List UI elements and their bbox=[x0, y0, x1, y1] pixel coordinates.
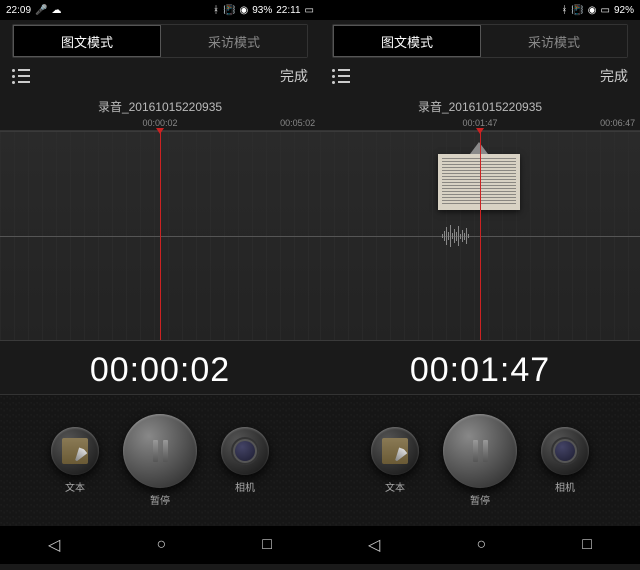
wifi-icon: ◉ bbox=[588, 5, 597, 16]
control-bar: 文本 暂停 相机 bbox=[0, 394, 320, 526]
ruler-mid-label: 00:00:02 bbox=[142, 118, 177, 128]
mic-icon: 🎤 bbox=[35, 5, 47, 16]
ruler-end-label: 00:06:47 bbox=[600, 118, 635, 128]
status-clock: 22:11 bbox=[276, 5, 300, 16]
vibrate-icon: 📳 bbox=[223, 5, 235, 16]
list-icon[interactable] bbox=[332, 69, 350, 84]
done-button[interactable]: 完成 bbox=[280, 66, 308, 86]
pause-button[interactable]: 暂停 bbox=[123, 414, 197, 507]
nav-back-icon[interactable]: ◁ bbox=[368, 535, 380, 555]
pause-icon bbox=[153, 440, 168, 462]
camera-icon bbox=[231, 437, 259, 465]
pencil-icon bbox=[62, 438, 88, 464]
battery-icon: ▭ bbox=[601, 5, 610, 16]
nav-recent-icon[interactable]: □ bbox=[262, 536, 272, 554]
status-bar: 22:09 🎤 ☁ ᚼ 📳 ◉ 93% 22:11 ▭ bbox=[0, 0, 320, 20]
playhead-indicator bbox=[480, 132, 481, 340]
android-navbar: ◁ ○ □ bbox=[320, 526, 640, 564]
vibrate-icon: 📳 bbox=[571, 5, 583, 16]
camera-icon bbox=[551, 437, 579, 465]
recording-title: 录音_20161015220935 bbox=[0, 94, 320, 117]
wifi-icon: ◉ bbox=[240, 5, 249, 16]
mode-tabs: 图文模式 采访模式 bbox=[332, 24, 628, 58]
recorder-pane-left: 22:09 🎤 ☁ ᚼ 📳 ◉ 93% 22:11 ▭ 图文模式 采访模式 完成… bbox=[0, 0, 320, 570]
text-button[interactable]: 文本 bbox=[51, 427, 99, 494]
bluetooth-icon: ᚼ bbox=[213, 5, 219, 16]
bluetooth-icon: ᚼ bbox=[561, 5, 567, 16]
toolbar: 完成 bbox=[0, 58, 320, 94]
elapsed-time: 00:01:47 bbox=[320, 341, 640, 394]
pencil-icon bbox=[382, 438, 408, 464]
battery-icon: ▭ bbox=[305, 5, 314, 16]
toolbar: 完成 bbox=[320, 58, 640, 94]
pause-button[interactable]: 暂停 bbox=[443, 414, 517, 507]
text-button[interactable]: 文本 bbox=[371, 427, 419, 494]
mode-tabs: 图文模式 采访模式 bbox=[12, 24, 308, 58]
ruler-end-label: 00:05:02 bbox=[280, 118, 315, 128]
playhead-indicator bbox=[160, 132, 161, 340]
tab-interview-mode[interactable]: 采访模式 bbox=[161, 25, 307, 57]
elapsed-time: 00:00:02 bbox=[0, 341, 320, 394]
recorder-pane-right: ᚼ 📳 ◉ ▭ 92% 图文模式 采访模式 完成 录音_201610152209… bbox=[320, 0, 640, 570]
battery-pct: 92% bbox=[614, 5, 634, 16]
control-bar: 文本 暂停 相机 bbox=[320, 394, 640, 526]
cloud-icon: ☁ bbox=[51, 5, 61, 16]
waveform-area[interactable] bbox=[320, 131, 640, 341]
status-time: 22:09 bbox=[6, 5, 31, 16]
android-navbar: ◁ ○ □ bbox=[0, 526, 320, 564]
nav-back-icon[interactable]: ◁ bbox=[48, 535, 60, 555]
recording-title: 录音_20161015220935 bbox=[320, 94, 640, 117]
nav-home-icon[interactable]: ○ bbox=[156, 536, 166, 554]
camera-button[interactable]: 相机 bbox=[221, 427, 269, 494]
nav-home-icon[interactable]: ○ bbox=[476, 536, 486, 554]
tab-image-text-mode[interactable]: 图文模式 bbox=[13, 25, 161, 57]
battery-pct: 93% bbox=[252, 5, 272, 16]
waveform-audio bbox=[442, 225, 469, 247]
list-icon[interactable] bbox=[12, 69, 30, 84]
status-bar: ᚼ 📳 ◉ ▭ 92% bbox=[320, 0, 640, 20]
ruler-mid-label: 00:01:47 bbox=[462, 118, 497, 128]
done-button[interactable]: 完成 bbox=[600, 66, 628, 86]
camera-button[interactable]: 相机 bbox=[541, 427, 589, 494]
waveform-area[interactable] bbox=[0, 131, 320, 341]
pause-icon bbox=[473, 440, 488, 462]
nav-recent-icon[interactable]: □ bbox=[582, 536, 592, 554]
tab-interview-mode[interactable]: 采访模式 bbox=[481, 25, 627, 57]
tab-image-text-mode[interactable]: 图文模式 bbox=[333, 25, 481, 57]
